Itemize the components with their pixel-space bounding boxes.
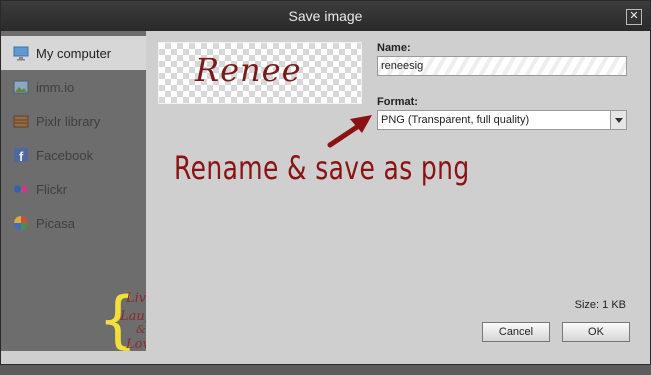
- library-icon: [13, 113, 29, 129]
- image-preview: Renee: [158, 42, 362, 104]
- facebook-icon: f: [13, 147, 29, 164]
- ok-button[interactable]: OK: [562, 322, 630, 342]
- sidebar-item-imm-io[interactable]: imm.io: [1, 70, 146, 104]
- format-select[interactable]: PNG (Transparent, full quality): [377, 110, 627, 130]
- close-button[interactable]: ✕: [626, 9, 642, 25]
- flickr-icon: [13, 181, 29, 197]
- annotation-text: Rename & save as png: [174, 149, 470, 187]
- sidebar-item-label: Pixlr library: [36, 113, 101, 129]
- sidebar-item-facebook[interactable]: f Facebook: [1, 138, 146, 172]
- sidebar-item-label: imm.io: [36, 79, 75, 95]
- sidebar-item-my-computer[interactable]: My computer: [1, 36, 146, 70]
- sidebar-item-label: My computer: [36, 45, 112, 61]
- sidebar-item-flickr[interactable]: Flickr: [1, 172, 146, 206]
- sidebar-item-label: Facebook: [36, 147, 94, 163]
- name-label: Name:: [377, 42, 411, 54]
- file-size-text: Size: 1 KB: [574, 299, 626, 311]
- monitor-icon: [13, 45, 29, 61]
- sidebar-item-label: Picasa: [36, 215, 76, 231]
- cancel-button[interactable]: Cancel: [482, 322, 550, 342]
- preview-signature-text: Renee: [195, 51, 302, 89]
- dialog-titlebar: Save image ✕: [1, 1, 650, 31]
- format-selected-value: PNG (Transparent, full quality): [381, 114, 530, 126]
- sidebar-item-picasa[interactable]: Picasa: [1, 206, 146, 240]
- close-icon: ✕: [629, 10, 639, 22]
- name-input[interactable]: [377, 56, 627, 76]
- logo-line-3: &: [136, 323, 146, 336]
- save-image-dialog: Save image ✕ My computer imm.io Pixlr li…: [0, 0, 651, 365]
- image-icon: [13, 79, 29, 95]
- sidebar-item-label: Flickr: [36, 181, 68, 197]
- chevron-down-icon[interactable]: [610, 111, 626, 129]
- picasa-icon: [13, 215, 29, 231]
- format-label: Format:: [377, 96, 418, 108]
- save-options-panel: Renee Name: Format: PNG (Transparent, fu…: [146, 31, 650, 351]
- save-destination-sidebar: My computer imm.io Pixlr library f Faceb…: [1, 31, 205, 356]
- dialog-title: Save image: [288, 8, 363, 24]
- annotation-arrow-icon: [327, 115, 372, 148]
- svg-text:f: f: [19, 149, 24, 163]
- sidebar-item-pixlr-library[interactable]: Pixlr library: [1, 104, 146, 138]
